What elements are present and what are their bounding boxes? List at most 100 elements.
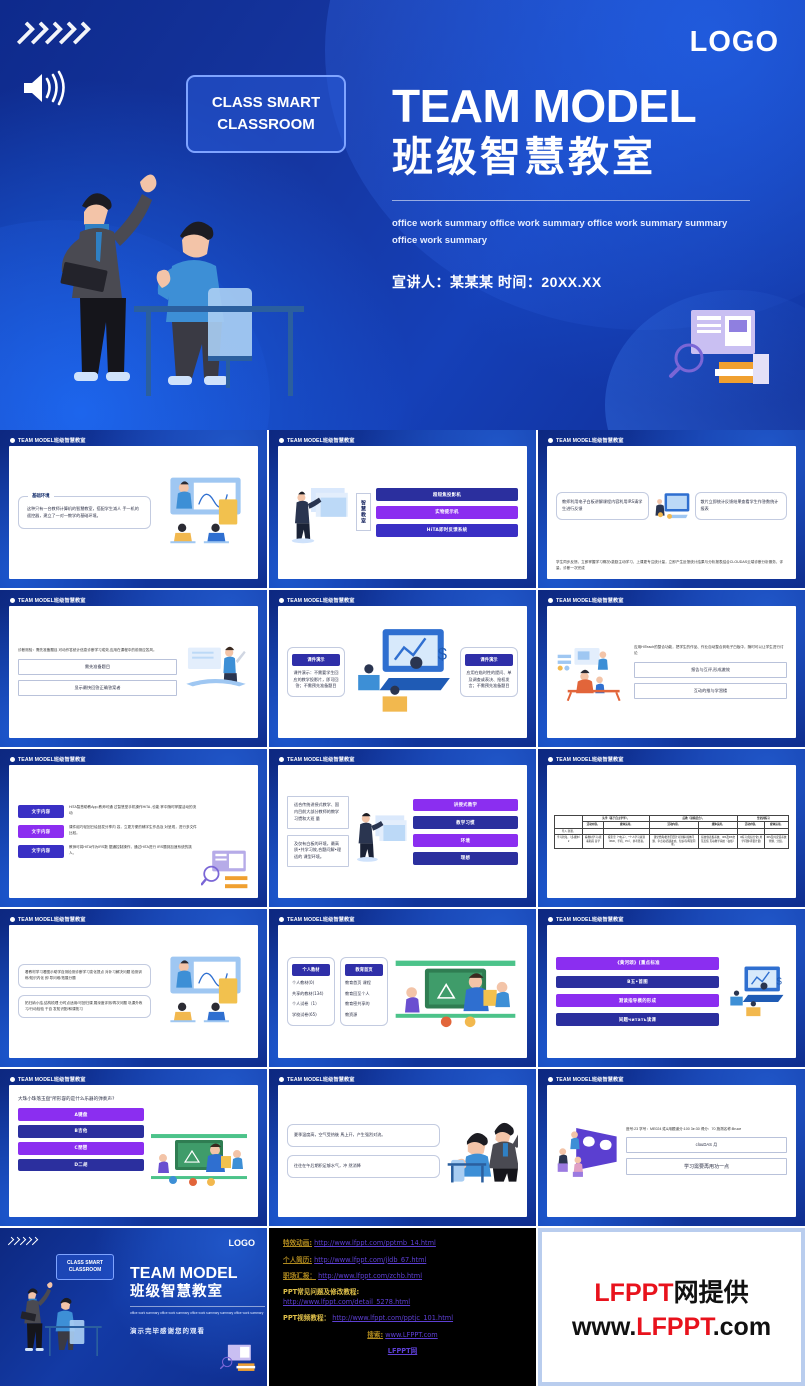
device-pill-3[interactable]: HiTA即时反馈系统 [376, 523, 518, 537]
link-url[interactable]: http://www.lfppt.com/jldb_67.html [314, 1256, 426, 1264]
site-name-row[interactable]: LFPPT网 [283, 1346, 522, 1356]
slide-text-content-list[interactable]: TEAM MODEL班级智慧教室 文字内容 HiTA智慧助教App,教师可通 过… [0, 749, 267, 907]
slide-quiz[interactable]: TEAM MODEL班级智慧教室 大珠小珠落玉盘"所形容的是什么乐器的弹奏声? … [0, 1069, 267, 1227]
hero-cover-slide: LOGO CLASS SMART CLASSROOM TEAM MODEL 班级… [0, 0, 805, 430]
quiz-question: 大珠小珠落玉盘"所形容的是什么乐器的弹奏声? [18, 1096, 115, 1102]
slide-closing-thanks[interactable]: LOGO CLASS SMART CLASSROOM TEAM MODEL 班级… [0, 1228, 267, 1386]
model-pill-2[interactable]: 教学习惯 [413, 816, 518, 830]
score-box-2[interactable]: 学习需要再用功一点 [626, 1158, 787, 1176]
slide-resources[interactable]: TEAM MODEL班级智慧教室 个人教材 个人教材(0) 共享的教材(134)… [269, 909, 536, 1067]
model-pill-1[interactable]: 讲授式教学 [413, 798, 518, 812]
slide-thumbnail[interactable]: LOGO CLASS SMART CLASSROOM TEAM MODEL 班级… [0, 1228, 267, 1386]
slide-thumbnail[interactable]: TEAM MODEL班级智慧教室 课件演示 课件演示：不需要学生回应的教学投影片… [269, 589, 536, 748]
slide-lesson-flow[interactable]: TEAM MODEL班级智慧教室 《黄河颂》[重点标准 B五•首图 测读指导模的… [538, 909, 805, 1067]
slide-score[interactable]: TEAM MODEL班级智慧教室 座号:23 学号：ME024 姓&用题道分:1… [538, 1069, 805, 1227]
info-box-1: 适合传统讲授式教学、国内目前大部分教师的教学习惯和大班 量 [287, 796, 349, 829]
quiz-option-d[interactable]: D二胡 [18, 1158, 144, 1172]
slide-header-label: TEAM MODEL班级智慧教室 [556, 757, 624, 764]
cell: #练习(知识分化) 用学问题/评量计量) [737, 834, 766, 849]
slide-thumbnail[interactable]: TEAM MODEL班级智慧教室 《黄河颂》[重点标准 B五•首图 测读指导模的… [538, 909, 805, 1067]
faq-url[interactable]: http://www.lfppt.com/detail_5278.html [283, 1297, 522, 1307]
search-label: 搜索: [367, 1330, 384, 1339]
slide-self-learning[interactable]: TEAM MODEL班级智慧教室 看教材学习看图示助学自测检测诊断学习变化提点 … [0, 909, 267, 1067]
slide-thumbnail[interactable]: TEAM MODEL班级智慧教室 基础环境 这种只有一台教师计算机的智慧教室，搭… [0, 430, 267, 588]
body-text: 这种只有一台教师计算机的智慧教室，搭配学生减人 手一机的遥控器，建立了一对一教学… [27, 506, 139, 518]
flow-pill-1[interactable]: 《黄河颂》[重点标准 [556, 956, 719, 970]
data-dashboard-illustration: $ [358, 629, 450, 712]
video-row[interactable]: PPT视频教程： http://www.lfppt.com/pptjc_101.… [283, 1313, 522, 1323]
flow-pill-4[interactable]: 间题читать读课 [556, 1013, 719, 1026]
slide-thumbnail[interactable]: TEAM MODEL班级智慧教室 个人教材 个人教材(0) 共享的教材(134)… [269, 909, 536, 1067]
video-url[interactable]: http://www.lfppt.com/pptjc_101.html [332, 1314, 453, 1322]
card-2-item-4: 教资源 [345, 1012, 358, 1018]
card-1-title[interactable]: 个人教材 [292, 963, 330, 976]
slide-pre-test[interactable]: TEAM MODEL班级智慧教室 诊断测验：需先准备题目,可动作答统计信息诊断学… [0, 590, 267, 748]
slide-thumbnail[interactable]: TEAM MODEL班级智慧教室 适合传统讲授式教学、国内目前大部分教师的教学习… [269, 749, 536, 907]
text-tag-1[interactable]: 文字内容 [18, 805, 64, 819]
speaker-icon [24, 70, 65, 106]
option-box-1[interactable]: 报告与互评,形成激效 [634, 661, 787, 678]
slide-thumbnail[interactable]: TEAM MODEL班级智慧教室 大珠小珠落玉盘"所形容的是什么乐器的弹奏声? … [0, 1068, 267, 1227]
documents-search-illustration [219, 1344, 256, 1371]
option-box-1[interactable]: 需先准备题目 [18, 658, 177, 675]
slide-thumbnail-grid: TEAM MODEL班级智慧教室 基础环境 这种只有一台教师计算机的智慧教室，搭… [0, 430, 805, 1386]
slide-thumbnail[interactable]: TEAM MODEL班级智慧教室 先学（基于自主学学）。 后教（讲练结合）。 当… [538, 749, 805, 907]
resource-links-panel[interactable]: 特效动画: http://www.lfppt.com/pptmb_14.html… [269, 1228, 536, 1386]
closing-title-en: TEAM MODEL [130, 1265, 238, 1283]
option-box-2[interactable]: 显示最快回答正确答案者 [18, 679, 177, 696]
search-url[interactable]: www.LFPPT.com [385, 1331, 438, 1339]
slide-thumbnail[interactable]: TEAM MODEL班级智慧教室 教师利用电子白板讲解课程内容利用IRS请学生进… [538, 430, 805, 588]
text-tag-2[interactable]: 文字内容 [18, 825, 64, 839]
device-pill-2[interactable]: 实物提示机 [376, 505, 518, 519]
faq-row[interactable]: PPT常见问题及修改教程: http://www.lfppt.com/detai… [283, 1287, 522, 1307]
slide-thumbnail[interactable]: TEAM MODEL班级智慧教室 文字内容 HiTA智慧助教App,教师可通 过… [0, 749, 267, 907]
quiz-option-b[interactable]: B吉他 [18, 1125, 144, 1138]
slide-basic-environment[interactable]: TEAM MODEL班级智慧教室 基础环境 这种只有一台教师计算机的智慧教室，搭… [0, 430, 267, 588]
slide-whiteboard-feedback[interactable]: TEAM MODEL班级智慧教室 教师利用电子白板讲解课程内容利用IRS请学生进… [538, 430, 805, 588]
link-row[interactable]: 职场汇报： http://www.lfppt.com/zchb.html [283, 1271, 522, 1281]
model-pill-3[interactable]: 环境 [413, 834, 518, 847]
score-box-1[interactable]: clouDAS 月 [626, 1137, 787, 1154]
slide-thumbnail[interactable]: TEAM MODEL班级智慧教室 夏季温度高，空气受热後 馬上开，产生强烈对流。… [269, 1068, 536, 1227]
slide-smart-classroom-devices[interactable]: TEAM MODEL班级智慧教室 智慧教室 超短焦投影机 实物提示机 HiTA即… [269, 430, 536, 588]
magnifier-books-illustration [201, 851, 248, 889]
slide-thumbnail[interactable]: TEAM MODEL班级智慧教室 智慧教室 超短焦投影机 实物提示机 HiTA即… [269, 430, 536, 588]
left-card-title[interactable]: 课件演示 [292, 653, 340, 666]
site-name[interactable]: LFPPT网 [388, 1347, 417, 1355]
slide-content: 看教材学习看图示助学自测检测诊断学习变化提点 对补习解决问题 检测训练/知识内化… [9, 925, 258, 1058]
option-box-2[interactable]: 互动的推与学習楼 [634, 682, 787, 699]
section-tag: 基础环境 [28, 493, 54, 500]
slide-comparison-table[interactable]: TEAM MODEL班级智慧教室 先学（基于自主学学）。 后教（讲练结合）。 当… [538, 749, 805, 907]
text-body-2: 课件组巧轻回已绘回发分享内 容，立更方便的辅字生作品及 对呈现，进行多文件比较。 [69, 825, 197, 836]
slide-thumbnail[interactable]: TEAM MODEL班级智慧教室 [538, 1068, 805, 1227]
slide-teaching-model[interactable]: TEAM MODEL班级智慧教室 适合传统讲授式教学、国内目前大部分教师的教学习… [269, 749, 536, 907]
slide-header: TEAM MODEL班级智慧教室 [10, 1076, 86, 1083]
slide-header: TEAM MODEL班级智慧教室 [279, 1076, 355, 1083]
text-tag-3[interactable]: 文字内容 [18, 845, 64, 858]
flow-pill-2[interactable]: B五•首图 [556, 975, 719, 989]
link-url[interactable]: http://www.lfppt.com/pptmb_14.html [314, 1239, 436, 1247]
slide-weather[interactable]: TEAM MODEL班级智慧教室 夏季温度高，空气受热後 馬上开，产生强烈对流。… [269, 1069, 536, 1227]
slide-hiteach-integration[interactable]: TEAM MODEL班级智慧教室 应用HiTeach的整合功能，把学生的作品、作… [538, 590, 805, 748]
classroom-board-illustration [170, 478, 241, 544]
slide-courseware-demo[interactable]: TEAM MODEL班级智慧教室 课件演示 课件演示：不需要学生回应的教学投影片… [269, 590, 536, 748]
link-url[interactable]: http://www.lfppt.com/zchb.html [318, 1272, 422, 1280]
diamond-bullet-icon [279, 757, 284, 763]
slide-thumbnail[interactable]: TEAM MODEL班级智慧教室 看教材学习看图示助学自测检测诊断学习变化提点 … [0, 909, 267, 1067]
card-2-title[interactable]: 教育首页 [345, 963, 383, 976]
search-row[interactable]: 搜索: www.LFPPT.com [283, 1330, 522, 1340]
slide-thumbnail[interactable]: TEAM MODEL班级智慧教室 [538, 589, 805, 748]
quiz-option-a[interactable]: A键盘 [18, 1108, 144, 1122]
quiz-option-c[interactable]: C琵琶 [18, 1141, 144, 1155]
cell: 投放软表板系统、IRS及RS交互反馈 互动教学系统（白板） [697, 834, 739, 849]
slide-thumbnail[interactable]: TEAM MODEL班级智慧教室 诊断测验：需先准备题目,可动作答统计信息诊断学… [0, 589, 267, 748]
link-row[interactable]: 个人简历: http://www.lfppt.com/jldb_67.html [283, 1255, 522, 1265]
model-pill-4[interactable]: 理想 [413, 851, 518, 865]
text-body-1: HiTA智慧助教App,教师可通 过智慧型手机操作HiTA ,也能 掌中随时掌握… [69, 805, 197, 816]
right-card-title[interactable]: 课件演示 [465, 653, 513, 666]
divider [392, 199, 750, 201]
link-row[interactable]: 特效动画: http://www.lfppt.com/pptmb_14.html [283, 1238, 522, 1248]
slide-header: TEAM MODEL班级智慧教室 [548, 597, 624, 604]
device-pill-1[interactable]: 超短焦投影机 [376, 488, 518, 501]
flow-pill-3[interactable]: 测读指导模的形成 [556, 994, 719, 1008]
